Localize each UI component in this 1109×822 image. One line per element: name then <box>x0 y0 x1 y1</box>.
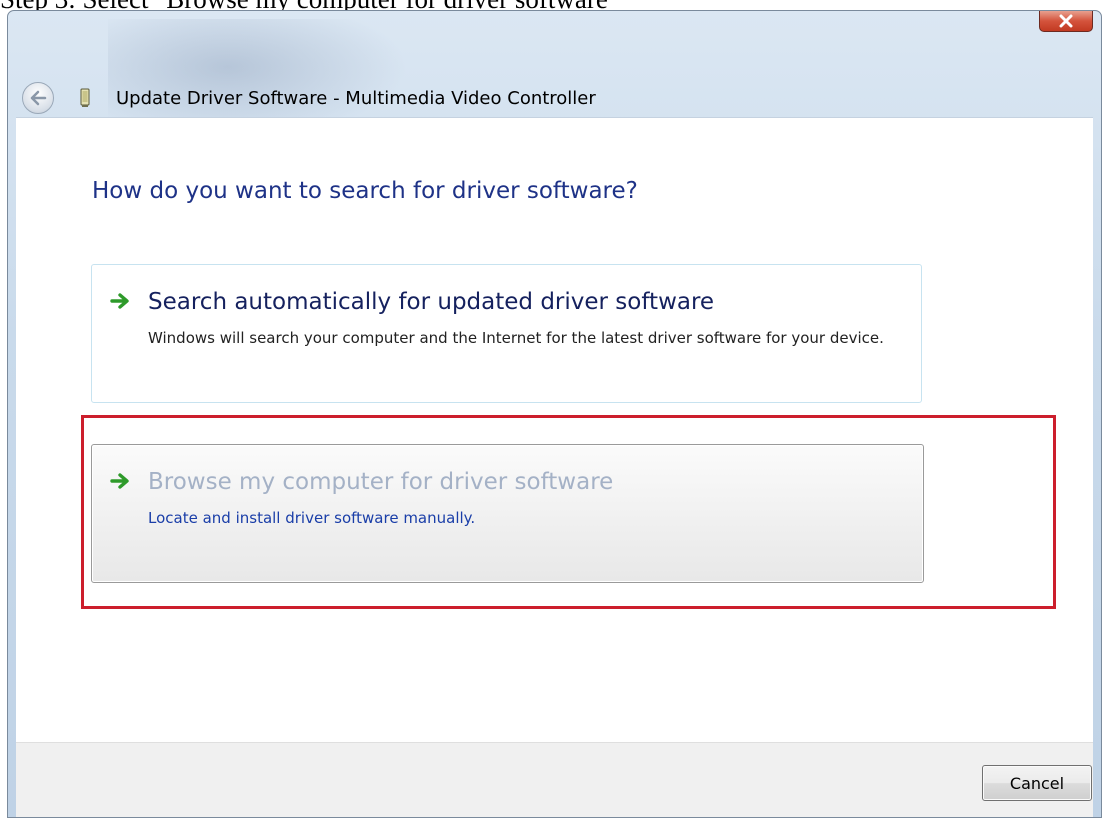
green-arrow-icon <box>110 293 129 309</box>
device-icon <box>78 87 92 109</box>
search-automatically-option[interactable]: Search automatically for updated driver … <box>91 264 922 403</box>
back-arrow-icon <box>30 90 47 106</box>
option-description: Windows will search your computer and th… <box>148 329 884 347</box>
cancel-button[interactable]: Cancel <box>982 765 1092 801</box>
page-heading: How do you want to search for driver sof… <box>92 178 638 204</box>
close-button[interactable] <box>1039 11 1093 32</box>
nav-bar: Update Driver Software - Multimedia Vide… <box>22 81 1022 115</box>
window-title: Update Driver Software - Multimedia Vide… <box>116 87 596 109</box>
option-title: Search automatically for updated driver … <box>148 289 715 315</box>
close-icon <box>1059 14 1073 28</box>
update-driver-window: Update Driver Software - Multimedia Vide… <box>7 10 1102 818</box>
dialog-footer: Cancel <box>16 742 1093 817</box>
back-button[interactable] <box>22 82 54 114</box>
highlight-annotation <box>81 415 1056 609</box>
